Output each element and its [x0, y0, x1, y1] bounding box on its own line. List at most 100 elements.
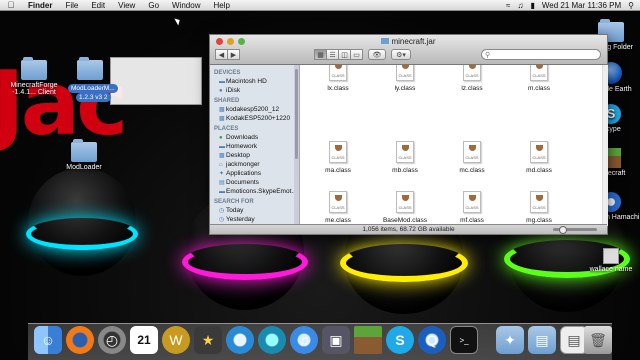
skype-icon[interactable]: S: [386, 326, 414, 354]
coverflow-view-button[interactable]: ▭: [350, 49, 363, 60]
wacom-icon[interactable]: W: [162, 326, 190, 354]
file-icon: [603, 248, 619, 264]
sidebar-item-desktop[interactable]: ▩Desktop: [210, 151, 299, 160]
wallpaper-ring-yellow: [340, 244, 468, 282]
quicktime-icon[interactable]: Q: [418, 326, 446, 354]
class-file-icon: [463, 65, 481, 81]
menu-finder[interactable]: Finder: [22, 1, 59, 10]
computer-icon: ▩: [219, 116, 225, 122]
clock-icon: ◷: [219, 208, 225, 214]
file-label: ly.class: [394, 85, 416, 92]
home-icon: ⌂: [219, 162, 223, 168]
sidebar-item-label: Emoticons.SkypeEmot...: [226, 188, 297, 195]
file-item[interactable]: me.class: [308, 191, 368, 224]
file-item[interactable]: mf.class: [442, 191, 502, 224]
menu-file[interactable]: File: [59, 1, 85, 10]
forward-button[interactable]: ▶: [227, 49, 240, 60]
sidebar-item-applications[interactable]: ✦ Applications: [210, 169, 299, 178]
sidebar-scrollbar[interactable]: [294, 65, 299, 226]
class-file-icon: [396, 141, 414, 163]
window-titlebar[interactable]: minecraft.jar ◀ ▶ ▦ ☰ ◫ ▭ 👁 ⚙▾ ⚲: [210, 35, 607, 65]
file-label: BaseMod.class: [382, 217, 428, 224]
sidebar-item-yesterday[interactable]: ◷ Yesterday: [210, 215, 299, 224]
menu-edit[interactable]: Edit: [85, 1, 112, 10]
file-item[interactable]: m.class: [509, 65, 569, 92]
desktop-icon-label: MinecraftForge -1.4.1... Client: [10, 82, 58, 96]
sidebar-item-homework[interactable]: ▬Homework: [210, 142, 299, 151]
file-item[interactable]: md.class: [509, 141, 569, 174]
desktop-icon-dragged-folder[interactable]: [70, 57, 110, 82]
file-item[interactable]: mg.class: [509, 191, 569, 224]
menu-help[interactable]: Help: [207, 1, 236, 10]
file-item[interactable]: lx.class: [308, 65, 368, 92]
file-item[interactable]: ma.class: [308, 141, 368, 174]
sidebar-item-idisk[interactable]: ● iDisk: [210, 86, 299, 95]
file-label: lz.class: [461, 85, 483, 92]
action-gear-button[interactable]: ⚙▾: [391, 49, 411, 60]
sidebar-item-emoticons[interactable]: ▬Emoticons.SkypeEmot...: [210, 187, 299, 196]
file-item[interactable]: BaseMod.class: [375, 191, 435, 224]
view-switcher: ▦ ☰ ◫ ▭: [314, 49, 363, 60]
itunes-icon[interactable]: ♫: [290, 326, 318, 354]
downloads-icon: ●: [219, 135, 223, 141]
sidebar-item-kodak-1[interactable]: ▩kodakesp5200_12: [210, 105, 299, 114]
calendar-icon[interactable]: 21: [130, 326, 158, 354]
file-item[interactable]: ly.class: [375, 65, 435, 92]
quicklook-button[interactable]: 👁: [368, 49, 386, 60]
menu-view[interactable]: View: [112, 1, 142, 10]
desktop-icon: ▩: [219, 153, 225, 159]
class-file-icon: [530, 65, 548, 81]
menu-window[interactable]: Window: [166, 1, 207, 10]
safari-icon[interactable]: [226, 326, 254, 354]
documents-folder-icon[interactable]: ▤: [528, 326, 556, 354]
wifi-icon[interactable]: ≈: [506, 1, 510, 10]
desktop-icon-modloader[interactable]: ModLoader: [54, 139, 114, 171]
dock: ☺ ◴ 21 W ★ ♫ ▣ S Q >_ ✦ ▤ ▤ 🗑: [28, 323, 612, 360]
volume-icon[interactable]: ♫: [517, 1, 523, 10]
battery-icon[interactable]: ▮: [530, 1, 534, 10]
applications-folder-icon[interactable]: ✦: [496, 326, 524, 354]
sidebar-item-home[interactable]: ⌂ jackmonger: [210, 160, 299, 169]
file-item[interactable]: lz.class: [442, 65, 502, 92]
icon-size-slider[interactable]: [553, 226, 597, 234]
file-item[interactable]: mb.class: [375, 141, 435, 174]
folder-icon: [21, 57, 47, 80]
finder-icon[interactable]: ☺: [34, 326, 62, 354]
wallpaper-ring-magenta: [182, 244, 308, 280]
sidebar-item-documents[interactable]: ▤Documents: [210, 178, 299, 187]
terminal-icon[interactable]: >_: [450, 326, 478, 354]
class-file-icon: [329, 65, 347, 81]
sidebar-item-today[interactable]: ◷ Today: [210, 206, 299, 215]
desktop-icon-wallace-name[interactable]: wallace name: [582, 248, 640, 273]
content-scrollbar[interactable]: [602, 65, 608, 226]
sidebar: DEVICES ▬Macintosh HD ● iDisk SHARED ▩kod…: [210, 65, 300, 226]
menu-clock[interactable]: Wed 21 Mar 11:36 PM: [542, 1, 621, 10]
dashboard-icon[interactable]: ◴: [98, 326, 126, 354]
imovie-icon[interactable]: ★: [194, 326, 222, 354]
sidebar-scroll-thumb[interactable]: [295, 69, 298, 159]
drag-sub-label: 1.2.3 v3 2: [76, 93, 111, 102]
sidebar-item-kodak-2[interactable]: ▩KodakESP5200+1220: [210, 114, 299, 123]
documents-icon: ▤: [219, 180, 225, 186]
sidebar-item-downloads[interactable]: ● Downloads: [210, 133, 299, 142]
file-label: mg.class: [526, 217, 552, 224]
minecraft-icon[interactable]: [354, 326, 382, 354]
firefox-icon[interactable]: [66, 326, 94, 354]
sidebar-item-label: Applications: [226, 170, 262, 177]
sidebar-item-label: kodakesp5200_12: [226, 106, 280, 113]
file-label: lx.class: [327, 85, 349, 92]
drag-label: ModLoaderM...: [68, 84, 118, 93]
sidebar-item-label: Yesterday: [226, 216, 255, 223]
desktop-icon-minecraftforge[interactable]: MinecraftForge -1.4.1... Client: [4, 57, 64, 96]
search-field[interactable]: ⚲: [481, 49, 601, 60]
apple-icon[interactable]: : [0, 0, 22, 10]
class-file-icon: [329, 141, 347, 163]
file-item[interactable]: mc.class: [442, 141, 502, 174]
iphoto-icon[interactable]: ▣: [322, 326, 350, 354]
menu-go[interactable]: Go: [142, 1, 166, 10]
browser-icon[interactable]: [258, 326, 286, 354]
sidebar-item-macintosh-hd[interactable]: ▬Macintosh HD: [210, 77, 299, 86]
trash-icon[interactable]: 🗑: [584, 326, 612, 354]
spotlight-icon[interactable]: ⚲: [628, 1, 634, 10]
window-title: minecraft.jar: [210, 37, 607, 46]
